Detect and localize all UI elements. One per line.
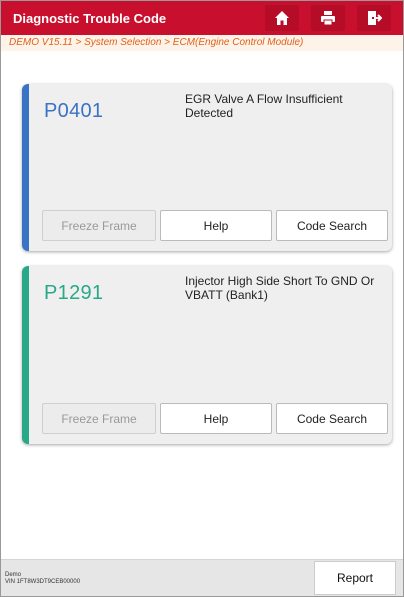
dtc-code: P1291 [44,282,104,304]
code-search-button[interactable]: Code Search [276,210,388,241]
freeze-frame-button[interactable]: Freeze Frame [42,210,156,241]
dtc-description: EGR Valve A Flow Insufficient Detected [185,92,343,120]
exit-button[interactable] [357,5,391,31]
dtc-code: P0401 [44,100,104,122]
card-accent-bar [22,84,29,251]
print-icon [320,10,336,26]
page-title: Diagnostic Trouble Code [13,10,167,26]
footer-bar: Demo VIN 1FT8W3DT9CEB00000 Report [1,559,403,596]
vehicle-info: Demo VIN 1FT8W3DT9CEB00000 [5,572,80,586]
freeze-frame-button[interactable]: Freeze Frame [42,403,156,434]
dtc-card: P0401 EGR Valve A Flow Insufficient Dete… [22,84,392,251]
home-button[interactable] [265,5,299,31]
exit-icon [366,10,382,26]
help-button[interactable]: Help [160,210,272,241]
breadcrumb: DEMO V15.11 > System Selection > ECM(Eng… [1,35,403,51]
mode-label: Demo [5,572,22,578]
report-button[interactable]: Report [314,561,396,595]
dtc-card: P1291 Injector High Side Short To GND Or… [22,266,392,444]
print-button[interactable] [311,5,345,31]
help-button[interactable]: Help [160,403,272,434]
code-search-button[interactable]: Code Search [276,403,388,434]
header-bar: Diagnostic Trouble Code [1,1,403,35]
card-accent-bar [22,266,29,444]
dtc-description: Injector High Side Short To GND Or VBATT… [185,274,375,302]
home-icon [274,10,290,26]
vin-label: VIN 1FT8W3DT9CEB00000 [5,579,81,585]
